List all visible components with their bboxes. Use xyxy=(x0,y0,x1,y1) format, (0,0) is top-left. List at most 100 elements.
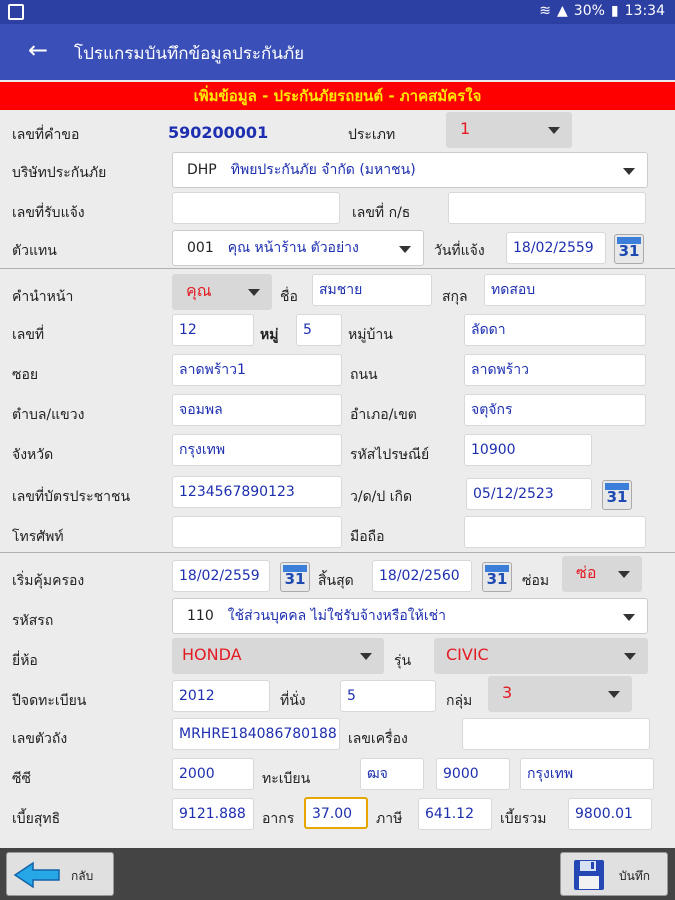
calendar-icon[interactable]: 31 xyxy=(602,480,632,510)
reg-year-input[interactable]: 2012 xyxy=(172,680,270,712)
calendar-icon[interactable]: 31 xyxy=(482,562,512,592)
coverage-start-input[interactable]: 18/02/2559 xyxy=(172,560,270,592)
mobile-label: มือถือ xyxy=(350,529,385,545)
birth-date-input[interactable]: 05/12/2523 xyxy=(466,478,592,510)
seats-input[interactable]: 5 xyxy=(340,680,436,712)
status-indicators: ≋ ▲ 30% ▮ 13:34 xyxy=(539,3,665,19)
chevron-down-icon xyxy=(623,614,635,621)
type-dropdown[interactable]: 1 xyxy=(446,112,572,148)
postcode-input[interactable]: 10900 xyxy=(464,434,592,466)
insurer-label: บริษัทประกันภัย xyxy=(12,165,107,181)
back-arrow-icon[interactable]: ← xyxy=(28,36,48,64)
agent-code: 001 xyxy=(187,240,214,256)
notify-no-input[interactable] xyxy=(172,192,340,224)
brand-dropdown[interactable]: HONDA xyxy=(172,638,384,674)
soi-input[interactable]: ลาดพร้าว1 xyxy=(172,354,342,386)
signal-icon: ▲ xyxy=(557,3,568,19)
prefix-dropdown[interactable]: คุณ xyxy=(172,274,272,310)
model-label: รุ่น xyxy=(394,653,412,669)
back-button-label: กลับ xyxy=(71,869,94,883)
form-banner: เพิ่มข้อมูล - ประกันภัยรถยนต์ - ภาคสมัคร… xyxy=(0,82,675,110)
repair-value: ซ่อ xyxy=(576,563,597,582)
clock: 13:34 xyxy=(624,3,665,19)
tax-input[interactable]: 641.12 xyxy=(418,798,492,830)
first-name-input[interactable]: สมชาย xyxy=(312,274,432,306)
chevron-down-icon xyxy=(548,127,560,134)
car-code-label: รหัสรถ xyxy=(12,613,54,629)
agent-name: คุณ หน้าร้าน ตัวอย่าง xyxy=(227,240,359,256)
coverage-end-input[interactable]: 18/02/2560 xyxy=(372,560,472,592)
tax-label: ภาษี xyxy=(376,811,403,827)
agent-dropdown[interactable]: 001 คุณ หน้าร้าน ตัวอย่าง xyxy=(172,230,424,266)
notify-date-input[interactable]: 18/02/2559 xyxy=(506,232,606,264)
kb-no-input[interactable] xyxy=(448,192,646,224)
stamp-label: อากร xyxy=(262,811,295,827)
insurer-dropdown[interactable]: DHP ทิพยประกันภัย จำกัด (มหาชน) xyxy=(172,152,648,188)
model-dropdown[interactable]: CIVIC xyxy=(434,638,648,674)
phone-input[interactable] xyxy=(172,516,342,548)
calendar-icon[interactable]: 31 xyxy=(614,234,644,264)
bottom-bar: กลับ บันทึก xyxy=(0,848,675,900)
back-arrow-icon xyxy=(13,861,60,889)
floppy-disk-icon xyxy=(574,860,604,890)
brand-value: HONDA xyxy=(182,645,242,664)
seats-label: ที่นั่ง xyxy=(280,693,306,709)
section-divider xyxy=(0,268,675,269)
type-value: 1 xyxy=(460,119,471,138)
net-premium-input[interactable]: 9121.888 xyxy=(172,798,254,830)
reg-year-label: ปีจดทะเบียน xyxy=(12,693,87,709)
total-premium-input[interactable]: 9800.01 xyxy=(568,798,652,830)
postcode-label: รหัสไปรษณีย์ xyxy=(350,447,430,463)
village-label: หมู่บ้าน xyxy=(348,327,393,343)
id-card-input[interactable]: 1234567890123 xyxy=(172,476,342,508)
wifi-icon: ≋ xyxy=(539,3,552,19)
province-input[interactable]: กรุงเทพ xyxy=(172,434,342,466)
chevron-down-icon xyxy=(623,168,635,175)
id-card-label: เลขที่บัตรประชาชน xyxy=(12,489,131,505)
cc-input[interactable]: 2000 xyxy=(172,758,254,790)
stamp-input[interactable]: 37.00 xyxy=(304,797,368,829)
reg-number-input[interactable]: 9000 xyxy=(436,758,510,790)
chassis-input[interactable]: MRHRE184086780188 xyxy=(172,718,340,750)
reg-prefix-input[interactable]: ฒจ xyxy=(360,758,424,790)
chevron-down-icon xyxy=(360,653,372,660)
chassis-label: เลขตัวถัง xyxy=(12,731,68,747)
save-button[interactable]: บันทึก xyxy=(560,852,668,896)
chevron-down-icon xyxy=(624,653,636,660)
district-input[interactable]: จตุจักร xyxy=(464,394,646,426)
moo-label: หมู่ xyxy=(260,327,279,343)
type-label: ประเภท xyxy=(348,127,396,143)
last-name-input[interactable]: ทดสอบ xyxy=(484,274,646,306)
registration-label: ทะเบียน xyxy=(262,771,311,787)
repair-label: ซ่อม xyxy=(522,573,550,589)
house-no-input[interactable]: 12 xyxy=(172,314,254,346)
battery-icon: ▮ xyxy=(610,3,619,19)
group-dropdown[interactable]: 3 xyxy=(488,676,632,712)
subdistrict-input[interactable]: จอมพล xyxy=(172,394,342,426)
soi-label: ซอย xyxy=(12,367,39,383)
status-bar: ≋ ▲ 30% ▮ 13:34 xyxy=(0,0,675,24)
moo-input[interactable]: 5 xyxy=(296,314,342,346)
mobile-input[interactable] xyxy=(464,516,646,548)
prefix-value: คุณ xyxy=(186,281,212,300)
engine-input[interactable] xyxy=(462,718,650,750)
car-code-value: 110 xyxy=(187,608,214,624)
total-premium-label: เบี้ยรวม xyxy=(500,811,547,827)
village-input[interactable]: ลัดดา xyxy=(464,314,646,346)
calendar-icon[interactable]: 31 xyxy=(280,562,310,592)
repair-dropdown[interactable]: ซ่อ xyxy=(562,556,642,592)
group-value: 3 xyxy=(502,683,513,702)
coverage-end-label: สิ้นสุด xyxy=(318,573,354,589)
district-label: อำเภอ/เขต xyxy=(350,407,417,423)
birth-date-label: ว/ด/ป เกิด xyxy=(350,489,413,505)
car-code-dropdown[interactable]: 110 ใช้ส่วนบุคคล ไม่ใช่รับจ้างหรือให้เช่า xyxy=(172,598,648,634)
insurer-code: DHP xyxy=(187,162,217,178)
reg-province-input[interactable]: กรุงเทพ xyxy=(520,758,654,790)
model-value: CIVIC xyxy=(446,645,489,664)
cc-label: ซีซี xyxy=(12,771,32,787)
road-input[interactable]: ลาดพร้าว xyxy=(464,354,646,386)
back-button[interactable]: กลับ xyxy=(6,852,114,896)
agent-label: ตัวแทน xyxy=(12,243,57,259)
page-title: โปรแกรมบันทึกข้อมูลประกันภัย xyxy=(74,44,305,64)
request-no-value: 590200001 xyxy=(168,123,269,142)
